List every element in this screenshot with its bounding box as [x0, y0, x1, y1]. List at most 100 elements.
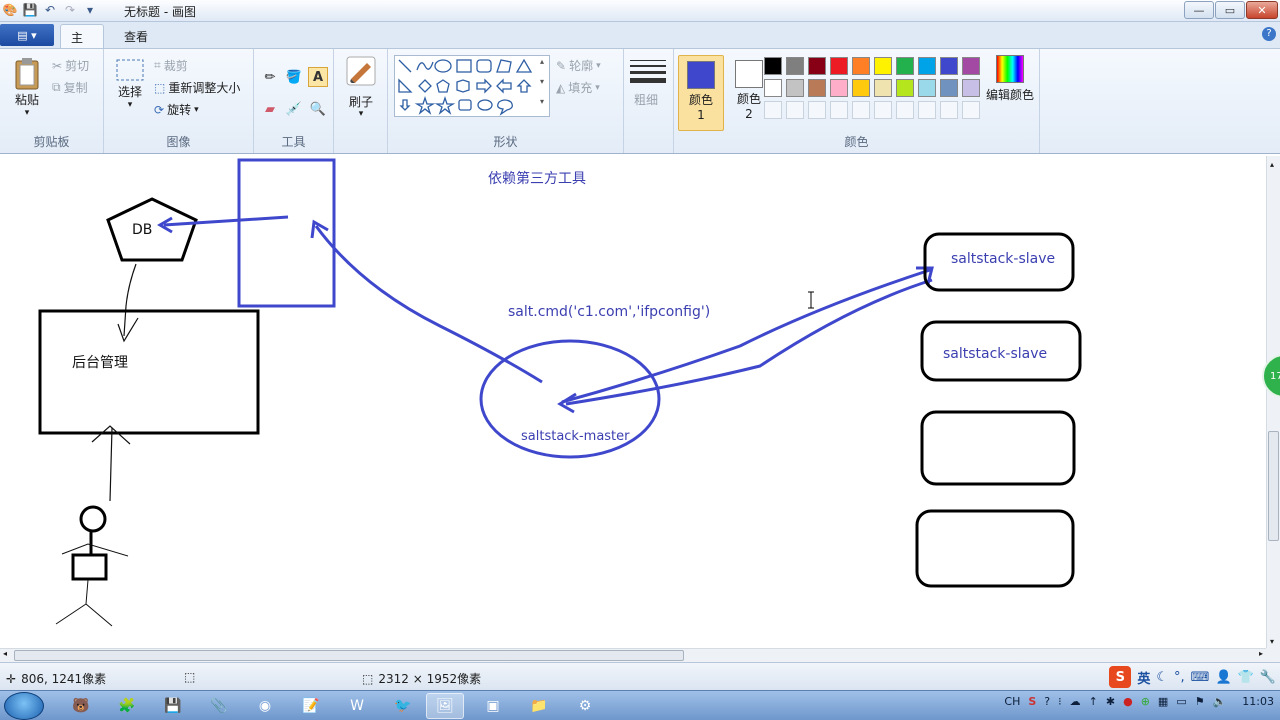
eraser-icon[interactable]: ▰	[260, 99, 280, 119]
palette-empty-slot[interactable]	[806, 99, 828, 121]
text-tool-icon[interactable]: A	[308, 67, 328, 87]
palette-color[interactable]	[762, 77, 784, 99]
palette-color[interactable]	[828, 55, 850, 77]
palette-color[interactable]	[806, 77, 828, 99]
size-lines-icon[interactable]	[630, 57, 666, 87]
palette-color[interactable]	[916, 77, 938, 99]
drawing-canvas[interactable]: 依赖第三方工具 DB 后台管理 salt.cmd('c1.com','ifpco…	[0, 156, 1266, 648]
start-button[interactable]	[4, 692, 44, 720]
paint-app-icon[interactable]: 🎨	[2, 2, 18, 18]
palette-empty-slot[interactable]	[894, 99, 916, 121]
palette-color[interactable]	[784, 55, 806, 77]
shapes-expand-icon[interactable]: ▾	[540, 97, 544, 106]
palette-empty-slot[interactable]	[850, 99, 872, 121]
tray-display-icon[interactable]: ▭	[1176, 695, 1186, 708]
palette-color[interactable]	[916, 55, 938, 77]
palette-empty-slot[interactable]	[784, 99, 806, 121]
keyboard-icon[interactable]: ⌨	[1191, 670, 1210, 685]
rotate-button[interactable]: ⟳ 旋转 ▾	[154, 101, 199, 118]
cut-button[interactable]: ✂ 剪切	[52, 57, 89, 74]
size-label[interactable]: 粗细	[624, 93, 668, 107]
palette-color[interactable]	[894, 55, 916, 77]
palette-empty-slot[interactable]	[762, 99, 784, 121]
brushes-button[interactable]	[342, 55, 380, 89]
palette-color[interactable]	[828, 77, 850, 99]
user-icon[interactable]: 👤	[1215, 670, 1231, 685]
chrome-icon[interactable]: ◉	[246, 693, 284, 719]
taskbar-app-12-icon[interactable]: ⚙	[566, 693, 604, 719]
clock[interactable]: 11:03	[1242, 695, 1274, 708]
shapes-scroll-down-icon[interactable]: ▾	[540, 77, 544, 86]
wrench-icon[interactable]: 🔧	[1260, 670, 1276, 685]
palette-empty-slot[interactable]	[916, 99, 938, 121]
palette-color[interactable]	[960, 77, 982, 99]
taskbar-app-2-icon[interactable]: 🧩	[108, 693, 146, 719]
magnifier-icon[interactable]: 🔍	[308, 99, 328, 119]
close-button[interactable]: ✕	[1246, 1, 1278, 19]
cmd-icon[interactable]: ▣	[474, 693, 512, 719]
fill-button[interactable]: ◭ 填充 ▾	[556, 79, 600, 96]
notepad-icon[interactable]: 📝	[292, 693, 330, 719]
palette-color[interactable]	[894, 77, 916, 99]
palette-color[interactable]	[872, 55, 894, 77]
scroll-down-icon[interactable]: ▾	[1270, 637, 1274, 646]
moon-icon[interactable]: ☾	[1156, 670, 1168, 685]
tray-pin-icon[interactable]: ⁝	[1058, 695, 1062, 708]
palette-color[interactable]	[850, 77, 872, 99]
palette-color[interactable]	[938, 77, 960, 99]
palette-color[interactable]	[872, 77, 894, 99]
outline-button[interactable]: ✎ 轮廓 ▾	[556, 57, 601, 74]
copy-button[interactable]: ⧉ 复制	[52, 79, 88, 96]
tray-language[interactable]: CH	[1004, 695, 1020, 708]
color-picker-icon[interactable]: 💉	[284, 99, 304, 119]
taskbar-app-8-icon[interactable]: 🐦	[384, 693, 422, 719]
customize-qat-icon[interactable]: ▾	[82, 2, 98, 18]
tray-help-icon[interactable]: ?	[1044, 695, 1050, 708]
fill-bucket-icon[interactable]: 🪣	[284, 67, 304, 87]
scroll-up-icon[interactable]: ▴	[1270, 160, 1274, 169]
tray-network-icon[interactable]: ▦	[1158, 695, 1168, 708]
undo-icon[interactable]: ↶	[42, 2, 58, 18]
minimize-button[interactable]: —	[1184, 1, 1214, 19]
shirt-icon[interactable]: 👕	[1238, 670, 1254, 685]
paste-button[interactable]: 粘贴 ▾	[8, 55, 46, 118]
tray-volume-icon[interactable]: 🔈	[1213, 695, 1227, 708]
palette-color[interactable]	[938, 55, 960, 77]
horizontal-scrollbar[interactable]: ◂ ▸	[0, 648, 1266, 662]
palette-color[interactable]	[784, 77, 806, 99]
palette-color[interactable]	[850, 55, 872, 77]
taskbar-app-4-icon[interactable]: 📎	[200, 693, 238, 719]
sogou-logo-icon[interactable]: S	[1109, 666, 1132, 688]
select-button[interactable]: 选择 ▾	[112, 57, 148, 110]
taskbar-save-icon[interactable]: 💾	[154, 693, 192, 719]
paint-taskbar-icon[interactable]: 🖼	[426, 693, 464, 719]
tray-record-icon[interactable]: ●	[1123, 695, 1133, 708]
tray-upload-icon[interactable]: ↑	[1089, 695, 1098, 708]
palette-empty-slot[interactable]	[828, 99, 850, 121]
tab-home[interactable]: 主页	[60, 24, 104, 62]
save-icon[interactable]: 💾	[22, 2, 38, 18]
palette-color[interactable]	[960, 55, 982, 77]
brushes-dropdown-icon[interactable]: ▾	[334, 109, 388, 119]
tray-flag-icon[interactable]: ⚑	[1195, 695, 1205, 708]
shapes-scroll-up-icon[interactable]: ▴	[540, 57, 544, 66]
scroll-left-icon[interactable]: ◂	[3, 649, 7, 658]
vertical-scroll-thumb[interactable]	[1268, 431, 1279, 541]
palette-empty-slot[interactable]	[872, 99, 894, 121]
scroll-right-icon[interactable]: ▸	[1259, 649, 1263, 658]
pencil-icon[interactable]: ✏	[260, 67, 280, 87]
palette-empty-slot[interactable]	[938, 99, 960, 121]
tray-add-icon[interactable]: ⊕	[1141, 695, 1150, 708]
tray-weather-icon[interactable]: ☁	[1070, 695, 1081, 708]
resize-button[interactable]: ⬚ 重新调整大小	[154, 79, 240, 96]
tray-app-icon[interactable]: ✱	[1106, 695, 1115, 708]
tray-sogou-icon[interactable]: S	[1028, 695, 1036, 708]
file-menu-button[interactable]: ▤ ▾	[0, 24, 54, 46]
taskbar-app-1-icon[interactable]: 🐻	[62, 693, 100, 719]
palette-empty-slot[interactable]	[960, 99, 982, 121]
punctuation-icon[interactable]: °,	[1174, 670, 1185, 685]
help-icon[interactable]: ?	[1262, 27, 1276, 41]
color1-button[interactable]: 颜色 1	[678, 55, 724, 131]
palette-color[interactable]	[806, 55, 828, 77]
palette-color[interactable]	[762, 55, 784, 77]
